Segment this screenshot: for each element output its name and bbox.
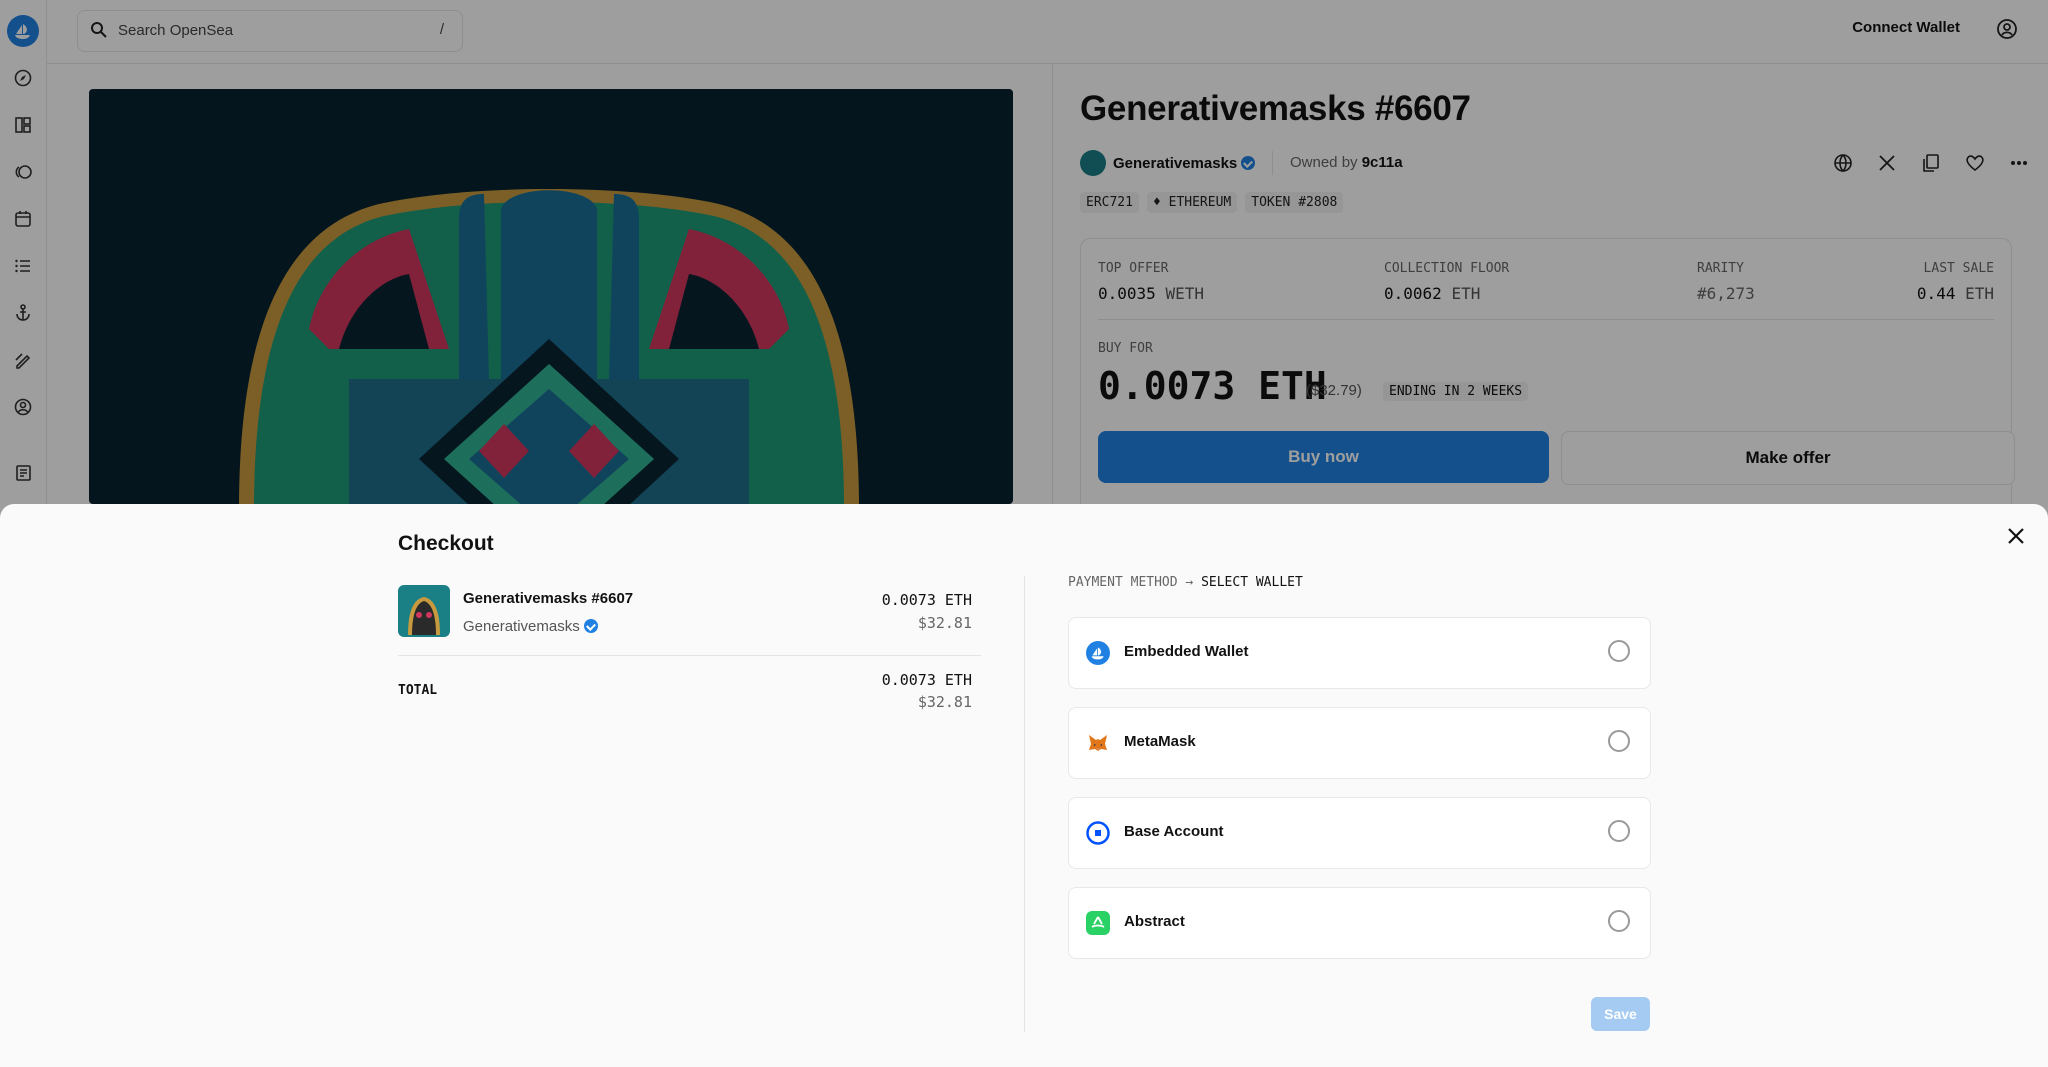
item-collection: Generativemasks [463, 617, 598, 635]
divider [398, 655, 981, 656]
total-usd: $32.81 [917, 693, 972, 711]
verified-icon [583, 619, 598, 633]
wallet-name: MetaMask [1124, 733, 1196, 750]
divider [1024, 576, 1025, 1032]
wallet-radio[interactable] [1608, 820, 1630, 842]
total-label: TOTAL [398, 683, 438, 698]
wallet-name: Base Account [1124, 823, 1224, 840]
abstract-icon [1086, 911, 1110, 935]
close-icon[interactable] [2004, 524, 2028, 548]
wallet-option-base[interactable]: Base Account [1068, 797, 1651, 869]
wallet-option-abstract[interactable]: Abstract [1068, 887, 1651, 959]
item-collection-name: Generativemasks [463, 618, 580, 635]
opensea-icon [1086, 641, 1110, 665]
total-eth: 0.0073 ETH [881, 671, 972, 689]
checkout-title: Checkout [398, 532, 494, 555]
checkout-breadcrumb: PAYMENT METHOD → SELECT WALLET [1068, 575, 1303, 590]
arrow-right-icon: → [1185, 575, 1194, 590]
wallet-option-embedded[interactable]: Embedded Wallet [1068, 617, 1651, 689]
wallet-option-metamask[interactable]: MetaMask [1068, 707, 1651, 779]
save-button[interactable]: Save [1591, 997, 1650, 1031]
wallet-radio[interactable] [1608, 730, 1630, 752]
wallet-radio[interactable] [1608, 640, 1630, 662]
metamask-fox-icon [1086, 731, 1110, 755]
wallet-name: Embedded Wallet [1124, 643, 1249, 660]
item-thumbnail [398, 585, 450, 637]
item-price-usd: $32.81 [917, 614, 972, 632]
breadcrumb-select-wallet: SELECT WALLET [1201, 575, 1303, 590]
item-name: Generativemasks #6607 [463, 590, 634, 607]
breadcrumb-payment-method[interactable]: PAYMENT METHOD [1068, 575, 1178, 590]
checkout-modal: Checkout Generativemasks #6607 Generativ… [0, 504, 2048, 1067]
wallet-name: Abstract [1124, 913, 1185, 930]
base-icon [1086, 821, 1110, 845]
wallet-radio[interactable] [1608, 910, 1630, 932]
item-price-eth: 0.0073 ETH [881, 591, 972, 609]
